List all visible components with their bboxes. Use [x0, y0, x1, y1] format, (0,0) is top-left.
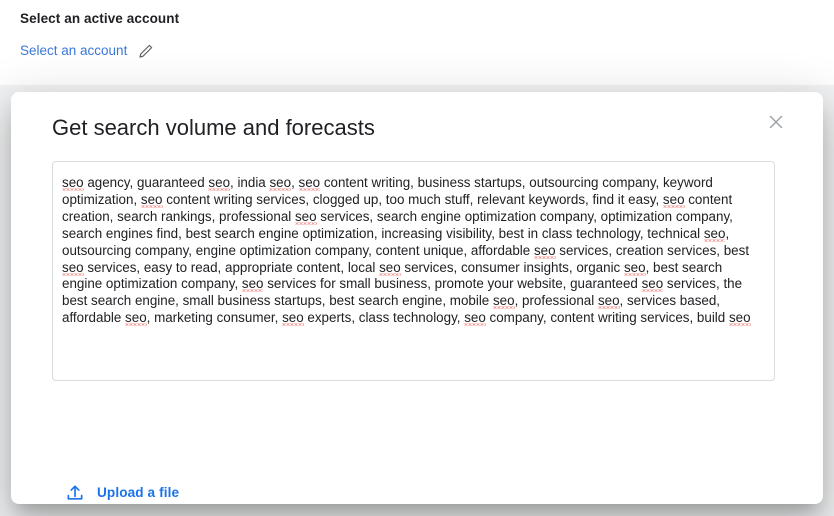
page-root: Select an active account Select an accou…	[0, 0, 834, 516]
search-volume-dialog: Get search volume and forecasts seo agen…	[11, 92, 823, 504]
keywords-input[interactable]: seo agency, guaranteed seo, india seo, s…	[52, 161, 775, 381]
misspelled-word: seo	[624, 260, 646, 276]
misspelled-word: seo	[534, 243, 556, 259]
page-title: Select an active account	[20, 10, 814, 28]
upload-file-label: Upload a file	[97, 484, 179, 502]
misspelled-word: seo	[379, 260, 401, 276]
misspelled-word: seo	[729, 310, 751, 326]
dialog-title: Get search volume and forecasts	[52, 114, 799, 142]
keywords-textarea-wrapper: seo agency, guaranteed seo, india seo, s…	[52, 161, 775, 381]
misspelled-word: seo	[598, 293, 620, 309]
misspelled-word: seo	[642, 276, 664, 292]
upload-icon	[65, 483, 85, 503]
misspelled-word: seo	[242, 276, 264, 292]
pencil-icon[interactable]	[137, 42, 155, 60]
misspelled-word: seo	[208, 175, 230, 191]
misspelled-word: seo	[141, 192, 163, 208]
misspelled-word: seo	[125, 310, 147, 326]
close-icon[interactable]	[762, 108, 790, 136]
misspelled-word: seo	[464, 310, 486, 326]
misspelled-word: seo	[704, 226, 726, 242]
upload-file-button[interactable]: Upload a file	[65, 483, 179, 503]
misspelled-word: seo	[299, 175, 321, 191]
dialog-header: Get search volume and forecasts	[11, 92, 823, 149]
account-selection-section: Select an active account Select an accou…	[0, 0, 834, 92]
misspelled-word: seo	[295, 209, 317, 225]
misspelled-word: seo	[282, 310, 304, 326]
account-select-row: Select an account	[20, 42, 814, 60]
misspelled-word: seo	[663, 192, 685, 208]
select-account-link[interactable]: Select an account	[20, 42, 127, 60]
misspelled-word: seo	[62, 260, 84, 276]
misspelled-word: seo	[269, 175, 291, 191]
misspelled-word: seo	[62, 175, 84, 191]
misspelled-word: seo	[493, 293, 515, 309]
